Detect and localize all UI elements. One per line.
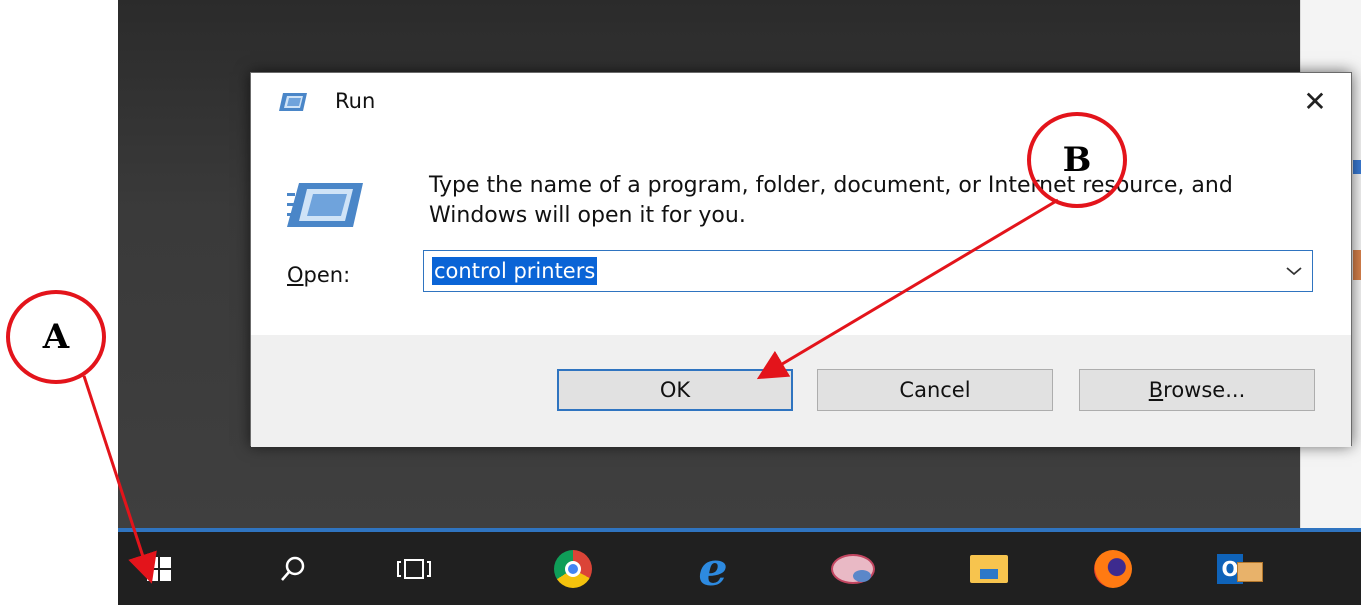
browse-button[interactable]: Browse... — [1079, 369, 1315, 411]
internet-explorer-icon[interactable]: e — [690, 546, 736, 592]
firefox-icon[interactable] — [1090, 546, 1136, 592]
run-icon — [279, 93, 307, 111]
run-icon-large — [287, 183, 363, 227]
run-dialog: Run ✕ Type the name of a program, folder… — [250, 72, 1352, 447]
outlook-icon[interactable]: O — [1216, 546, 1263, 592]
close-button[interactable]: ✕ — [1293, 83, 1337, 119]
open-input-value[interactable]: control printers — [432, 257, 598, 285]
background-accent — [1353, 160, 1361, 174]
cancel-button[interactable]: Cancel — [817, 369, 1053, 411]
taskbar: e O — [118, 532, 1361, 605]
search-icon[interactable] — [270, 546, 316, 592]
dialog-titlebar: Run ✕ — [251, 73, 1351, 129]
ok-button[interactable]: OK — [557, 369, 793, 411]
close-icon: ✕ — [1303, 84, 1327, 118]
snipping-tool-icon[interactable] — [830, 546, 876, 592]
open-combobox[interactable]: control printers — [423, 250, 1313, 292]
background-accent — [1353, 250, 1361, 280]
file-explorer-icon[interactable] — [966, 546, 1012, 592]
dialog-title: Run — [335, 89, 376, 113]
dialog-instructions: Type the name of a program, folder, docu… — [429, 173, 1233, 228]
windows-start-icon[interactable] — [136, 546, 182, 592]
annotation-b: B — [1027, 112, 1127, 208]
open-label: Open: — [287, 263, 351, 287]
chrome-icon[interactable] — [550, 546, 596, 592]
task-view-icon[interactable] — [391, 546, 437, 592]
button-bar: OK Cancel Browse... — [251, 335, 1351, 447]
chevron-down-icon[interactable] — [1282, 259, 1306, 283]
annotation-a: A — [6, 290, 106, 384]
